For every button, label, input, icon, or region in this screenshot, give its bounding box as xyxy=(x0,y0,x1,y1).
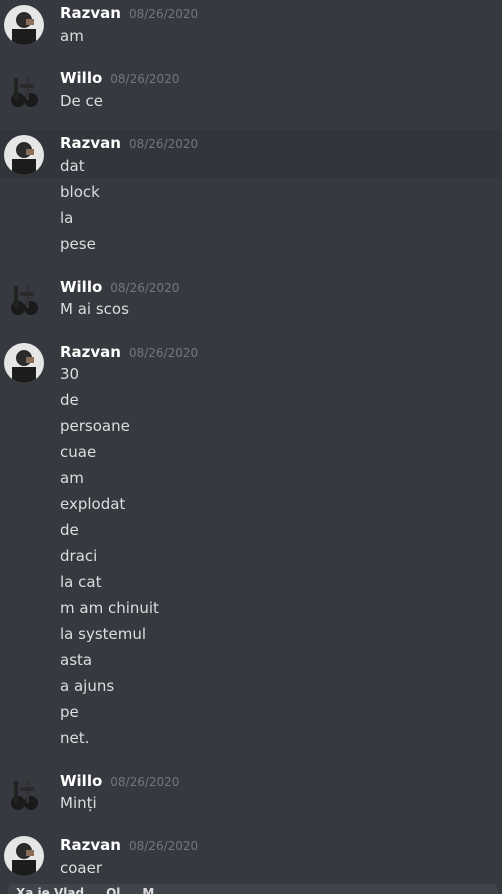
message-group: Razvan 08/26/2020 am xyxy=(0,0,502,60)
message-text: block xyxy=(60,183,100,201)
message-text: la systemul xyxy=(60,625,147,643)
timestamp: 08/26/2020 xyxy=(110,775,180,789)
message-text: De ce xyxy=(60,92,104,110)
message-text: pese xyxy=(60,235,96,253)
avatar[interactable] xyxy=(4,278,44,318)
message-group: Willo 08/26/2020 De ce xyxy=(0,60,502,126)
message-text: de xyxy=(60,391,79,409)
message-text: m am chinuit xyxy=(60,599,159,617)
username[interactable]: Willo xyxy=(60,278,102,296)
composer-text: Xa ie Vlad ... Ol ... M xyxy=(16,886,155,894)
timestamp: 08/26/2020 xyxy=(128,839,199,853)
message-text: am xyxy=(60,27,84,45)
message-text: la cat xyxy=(60,573,102,591)
message-text: 30 xyxy=(60,365,80,383)
username[interactable]: Razvan xyxy=(60,134,121,152)
timestamp: 08/26/2020 xyxy=(128,137,199,151)
username[interactable]: Willo xyxy=(60,69,102,87)
username[interactable]: Willo xyxy=(60,772,102,790)
avatar[interactable] xyxy=(4,70,44,110)
message-text: am xyxy=(60,469,84,487)
message-group: Razvan 08/26/2020 30 de persoane cuae am… xyxy=(0,335,502,755)
message-text: coaer xyxy=(60,859,103,877)
message-text: de xyxy=(60,521,79,539)
message-text: Minți xyxy=(60,794,97,812)
message-text: net. xyxy=(60,729,90,747)
message-text: explodat xyxy=(60,495,126,513)
username[interactable]: Razvan xyxy=(60,836,121,854)
message-group: Razvan 08/26/2020 dat block la pese xyxy=(0,130,502,270)
avatar[interactable] xyxy=(4,773,44,813)
message-input[interactable]: Xa ie Vlad ... Ol ... M xyxy=(8,884,498,894)
timestamp: 08/26/2020 xyxy=(110,281,180,295)
message-text: draci xyxy=(60,547,98,565)
timestamp: 08/26/2020 xyxy=(110,72,180,86)
message-header: Razvan 08/26/2020 xyxy=(60,836,198,856)
avatar[interactable] xyxy=(4,135,44,175)
avatar[interactable] xyxy=(4,343,44,383)
message-text: la xyxy=(60,209,74,227)
message-group: Willo 08/26/2020 Minți xyxy=(0,765,502,825)
message-header: Razvan 08/26/2020 xyxy=(60,134,198,154)
message-text: asta xyxy=(60,651,93,669)
message-header: Razvan 08/26/2020 xyxy=(60,343,198,363)
username[interactable]: Razvan xyxy=(60,343,121,361)
chat-message-list: Razvan 08/26/2020 am Willo 08/26/2020 De… xyxy=(0,0,502,894)
message-header: Willo 08/26/2020 xyxy=(60,278,179,298)
message-text: a ajuns xyxy=(60,677,115,695)
message-header: Razvan 08/26/2020 xyxy=(60,4,198,24)
message-text: persoane xyxy=(60,417,130,435)
message-text: pe xyxy=(60,703,79,721)
message-header: Willo 08/26/2020 xyxy=(60,69,179,89)
avatar[interactable] xyxy=(4,836,44,876)
username[interactable]: Razvan xyxy=(60,4,121,22)
message-group: Willo 08/26/2020 M ai scos xyxy=(0,270,502,330)
message-header: Willo 08/26/2020 xyxy=(60,772,179,792)
timestamp: 08/26/2020 xyxy=(128,346,199,360)
message-text: cuae xyxy=(60,443,97,461)
message-text: dat xyxy=(60,157,85,175)
message-text: M ai scos xyxy=(60,300,129,318)
timestamp: 08/26/2020 xyxy=(128,7,199,21)
avatar[interactable] xyxy=(4,5,44,45)
message-group: Razvan 08/26/2020 coaer xyxy=(0,830,502,884)
